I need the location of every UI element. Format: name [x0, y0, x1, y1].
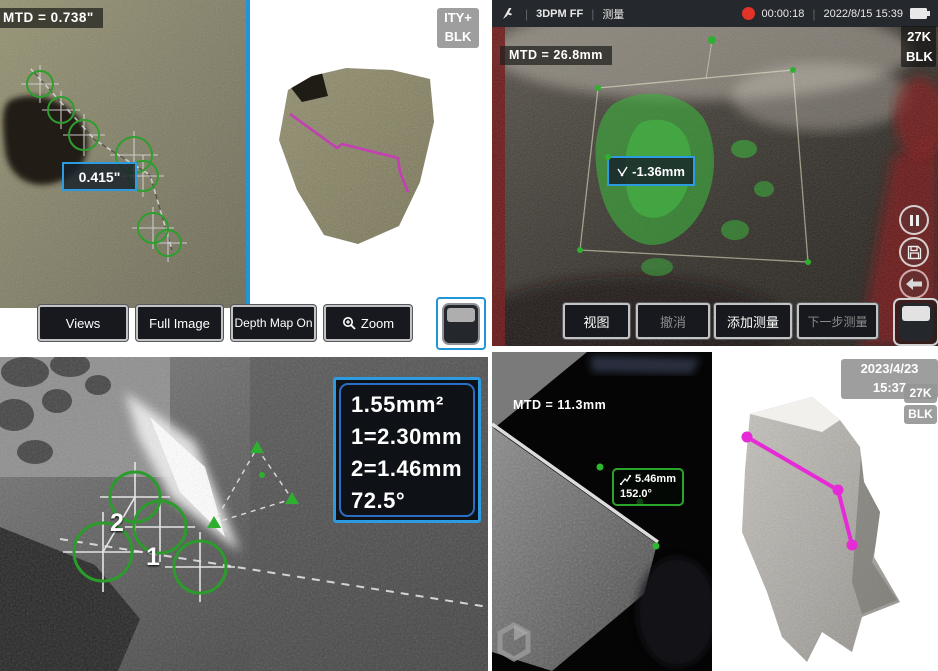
measurement-value-box[interactable]: 0.415": [62, 162, 137, 191]
point-label-1: 1: [146, 543, 160, 572]
result-angle: 72.5°: [351, 485, 463, 517]
back-arrow-icon: [906, 278, 922, 290]
depth-value-box[interactable]: -1.36mm: [607, 156, 695, 186]
polyline-length-icon: [620, 475, 631, 485]
full-image-button[interactable]: Full Image: [136, 305, 223, 341]
quality-badge-line1: ITY+: [441, 9, 475, 28]
length-value: 5.46mm: [635, 472, 676, 487]
probe-type: 3DPM FF: [536, 8, 583, 20]
angle-value: 152.0°: [620, 487, 676, 502]
panel-bottom-right: MTD = 11.3mm 5.46mm 152.0°: [492, 352, 938, 671]
brand-logo: [497, 622, 531, 667]
pause-icon: [910, 215, 919, 226]
quality-badge-blk: BLK: [904, 405, 937, 424]
screen-layout-toggle-glyph: [442, 303, 480, 345]
full-image-button-label: Full Image: [149, 316, 210, 331]
views-button[interactable]: Views: [38, 305, 128, 341]
save-icon: [907, 245, 922, 260]
quality-badge: 27K BLK: [901, 26, 936, 67]
screen-layout-toggle[interactable]: [436, 297, 486, 350]
point-label-2: 2: [110, 509, 124, 538]
probe-icon: [500, 6, 515, 21]
next-measurement-button[interactable]: 下一步测量: [797, 303, 878, 339]
result-length-2: 2=1.46mm: [351, 453, 463, 485]
record-time: 00:00:18: [762, 8, 805, 20]
quality-badge: ITY+ BLK: [437, 8, 479, 48]
panel-top-left: MTD = 0.738" 0.415": [0, 0, 488, 350]
measurement-result-lines: 1.55mm² 1=2.30mm 2=1.46mm 72.5°: [339, 383, 475, 517]
zoom-button-label: Zoom: [361, 316, 394, 331]
magnifier-icon: [342, 316, 356, 330]
add-measurement-button[interactable]: 添加测量: [714, 303, 792, 339]
screen-layout-toggle[interactable]: [893, 298, 938, 346]
mtd-label: MTD = 11.3mm: [504, 396, 615, 415]
videoscope-screenshot-collage: MTD = 0.738" 0.415": [0, 0, 938, 671]
result-length-1: 1=2.30mm: [351, 421, 463, 453]
length-angle-label: 5.46mm 152.0°: [612, 468, 684, 506]
views-button[interactable]: 视图: [563, 303, 630, 339]
screen-layout-toggle-glyph: [899, 303, 933, 341]
measurement-value: 0.415": [79, 169, 121, 185]
undo-button[interactable]: 撤消: [636, 303, 710, 339]
depth-cursor-dot: [605, 154, 611, 160]
quality-badge-line1: 27K: [906, 27, 931, 47]
next-measurement-button-label: 下一步测量: [807, 313, 867, 330]
datetime: 2022/8/15 15:39: [823, 8, 903, 20]
back-button[interactable]: [899, 269, 929, 299]
add-measurement-button-label: 添加测量: [727, 312, 779, 331]
mtd-label: MTD = 0.738": [0, 8, 103, 28]
save-button[interactable]: [899, 237, 929, 267]
panel-top-right: | 3DPM FF | 测量 00:00:18 | 2022/8/15 15:3…: [492, 0, 938, 346]
quality-badge-27k: 27K: [904, 384, 937, 403]
camera-image: [0, 0, 246, 308]
mode-title: 测量: [602, 6, 624, 22]
zoom-button[interactable]: Zoom: [324, 305, 412, 341]
views-button-label: 视图: [583, 312, 609, 331]
pause-button[interactable]: [899, 205, 929, 235]
mtd-label: MTD = 26.8mm: [500, 46, 612, 65]
quality-badge-line2: BLK: [906, 47, 931, 67]
record-indicator: [742, 7, 755, 20]
undo-button-label: 撤消: [660, 312, 686, 331]
status-bar: | 3DPM FF | 测量 00:00:18 | 2022/8/15 15:3…: [492, 0, 938, 27]
battery-icon: [910, 8, 930, 19]
depth-value: -1.36mm: [632, 164, 685, 179]
panel-bottom-left: 2 1 1.55mm² 1=2.30mm 2=1.46mm 72.5°: [0, 357, 488, 671]
quality-badge-line2: BLK: [441, 28, 475, 47]
measurement-result-box: 1.55mm² 1=2.30mm 2=1.46mm 72.5°: [333, 377, 481, 523]
result-area: 1.55mm²: [351, 389, 463, 421]
depth-icon: [617, 166, 628, 177]
camera-image: [492, 27, 938, 346]
depth-map-button-label: Depth Map On: [234, 316, 312, 330]
views-button-label: Views: [66, 316, 100, 331]
depth-map-button[interactable]: Depth Map On: [231, 305, 316, 341]
